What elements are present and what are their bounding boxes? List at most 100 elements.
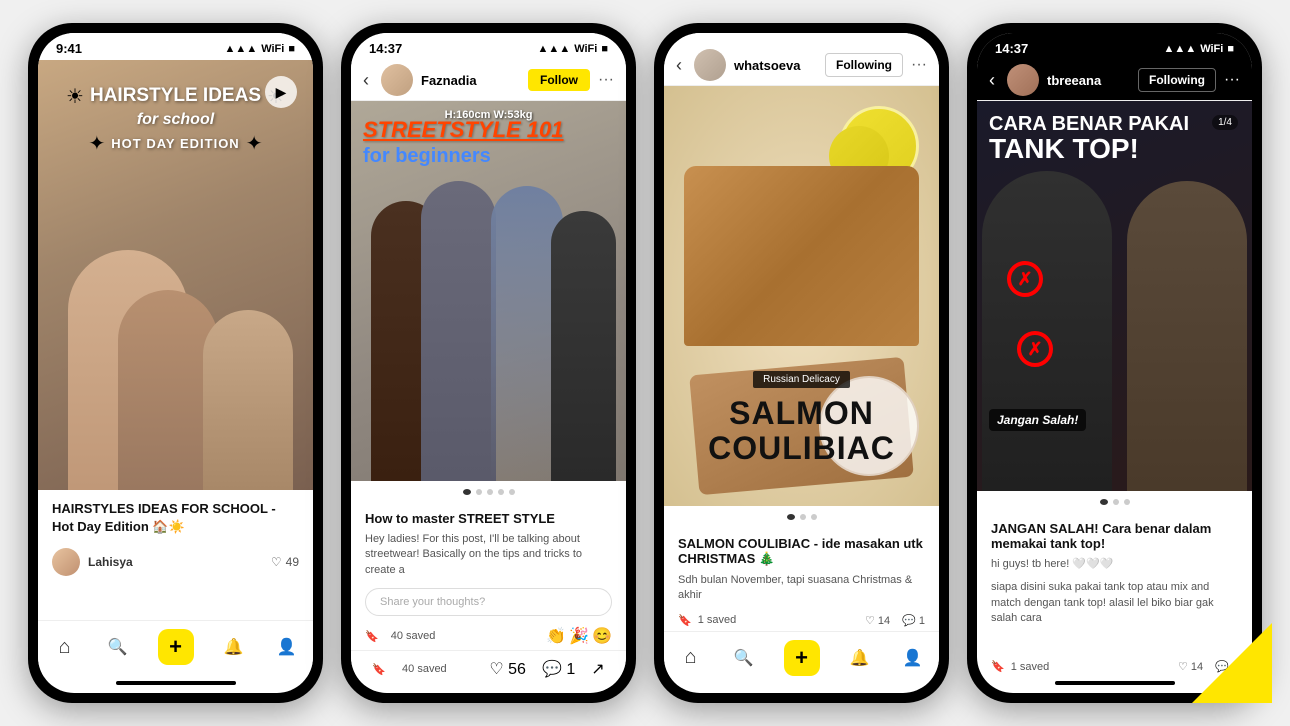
salmon-pastry [684,166,919,346]
home-indicator-4 [1055,681,1175,685]
post-title-4: JANGAN SALAH! Cara benar dalam memakai t… [977,513,1252,555]
back-button-2[interactable]: ‹ [363,70,369,91]
hairstyle-overlay: ☀ HAIRSTYLE IDEAS ☀ for school ✦ HOT DAY… [38,60,313,490]
tanktop-title2: TANK TOP! [989,135,1240,163]
nav-bar-2: ‹ Faznadia Follow ··· [351,60,626,101]
like-btn-3[interactable]: ♡ 14 [865,614,890,627]
search-nav-3[interactable]: 🔍 [731,645,757,671]
street-people [351,161,626,481]
back-button-4[interactable]: ‹ [989,70,995,91]
status-icons-4: ▲▲▲ WiFi ■ [1164,43,1234,55]
time-2: 14:37 [369,41,402,56]
bell-nav-1[interactable]: 🔔 [221,634,247,660]
comment-icon-2[interactable]: 💬 1 [542,659,575,679]
streetstyle-overlay: STREETSTYLE 101 for beginners [363,117,614,168]
like-comment-2: ♡ 56 💬 1 ↗ [489,659,604,679]
play-button[interactable]: ▶ [265,76,297,108]
comment-input-2[interactable]: Share your thoughts? [365,588,612,616]
author-row-1: Lahisya ♡ 49 [38,542,313,582]
bookmark-btn-2[interactable]: 🔖 [372,663,386,676]
add-nav-1[interactable]: + [158,629,194,665]
dot-indicators-3 [664,506,939,528]
bookmark-icon-3[interactable]: 🔖 [678,614,692,627]
street-person-4 [551,211,616,481]
dot-active-3 [787,514,795,520]
bookmark-icon-2[interactable]: 🔖 [365,630,379,643]
username-4: tbreeana [1047,73,1130,88]
emoji-1: 👏 [546,626,566,646]
add-nav-3[interactable]: + [784,640,820,676]
post-subtext-4b: siapa disini suka pakai tank top atau mi… [977,578,1252,632]
home-nav-1[interactable]: ⌂ [52,634,78,660]
share-icon-2[interactable]: ↗ [591,659,604,679]
bottom-nav-1: ⌂ 🔍 + 🔔 👤 [38,620,313,677]
search-nav-1[interactable]: 🔍 [105,634,131,660]
action-left-2: 🔖 40 saved [365,630,435,643]
dots-menu-2[interactable]: ··· [598,71,614,89]
post-title-3: SALMON COULIBIAC - ide masakan utk CHRIS… [664,528,939,571]
streetstyle-sub: for beginners [363,145,614,168]
saved-left-4: 🔖 1 saved [991,660,1049,673]
bell-nav-3[interactable]: 🔔 [847,645,873,671]
post-subtext-2: Hey ladies! For this post, I'll be talki… [351,530,626,584]
author-avatar-1 [52,548,80,576]
user-avatar-2 [381,64,413,96]
status-bar-4: 14:37 ▲▲▲ WiFi ■ [977,33,1252,60]
salmon-title-1: SALMON [664,396,939,431]
phone-4: 14:37 ▲▲▲ WiFi ■ ‹ tbreeana Following ··… [967,23,1262,703]
hairstyle-edition: HOT DAY EDITION [111,136,239,151]
dots-menu-3[interactable]: ··· [911,56,927,74]
wifi-icon: WiFi [261,43,284,55]
dot-4-2 [498,489,504,495]
signal-4: ▲▲▲ [1164,43,1197,55]
dot-3-4 [1124,499,1130,505]
prev-arrow-3[interactable]: ◀ [678,692,692,693]
status-bar-3 [664,33,939,45]
phone1-image: ☀ HAIRSTYLE IDEAS ☀ for school ✦ HOT DAY… [38,60,313,490]
battery-icon: ■ [288,43,295,55]
back-button-3[interactable]: ‹ [676,55,682,76]
stop-btn-3[interactable]: ■ [914,692,925,693]
phone3-image: Russian Delicacy SALMON COULIBIAC [664,86,939,506]
comment-btn-3[interactable]: 💬 1 [902,614,925,627]
like-icon-2[interactable]: ♡ 56 [489,659,526,679]
bottom-nav-3: ⌂ 🔍 + 🔔 👤 [664,631,939,688]
username-2: Faznadia [421,73,520,88]
russian-badge: Russian Delicacy [753,371,850,388]
saved-row-3: 🔖 1 saved ♡ 14 💬 1 [664,610,939,631]
following-button-4[interactable]: Following [1138,68,1216,92]
nav-arrows-3: ◀ ■ [664,688,939,693]
wifi-2: WiFi [574,43,597,55]
follow-button-2[interactable]: Follow [528,69,590,91]
home-nav-3[interactable]: ⌂ [678,645,704,671]
following-button-3[interactable]: Following [825,53,903,77]
likes-number-1: 49 [286,555,299,569]
status-icons-1: ▲▲▲ WiFi ■ [225,43,295,55]
author-name-1: Lahisya [88,555,133,569]
phone4-image: ✗ ✗ 1/4 CARA BENAR PAKAI TANK TOP! Janga… [977,101,1252,491]
phone-3: ‹ whatsoeva Following ··· Russian Delica… [654,23,949,703]
dot-2-2 [476,489,482,495]
hairstyle-sub: for school [137,111,214,129]
dots-menu-4[interactable]: ··· [1224,71,1240,89]
dot-active-4 [1100,499,1108,505]
phone2-image: H:160cm W:53kg STREETSTYLE 101 for begin… [351,101,626,481]
emoji-3: 😊 [592,626,612,646]
wrong-circle-1: ✗ [1007,261,1043,297]
post-subtext-4a: hi guys! tb here! 🤍🤍🤍 [977,555,1252,578]
dot-3-3 [811,514,817,520]
person-nav-3[interactable]: 👤 [900,645,926,671]
bookmark-icon-4[interactable]: 🔖 [991,660,1005,673]
home-indicator-1 [116,681,236,685]
nav-bar-3: ‹ whatsoeva Following ··· [664,45,939,86]
sun-icon-left: ☀ [66,84,84,109]
saved-left-3: 🔖 1 saved [678,614,736,627]
tanktop-person-1 [982,171,1112,491]
user-avatar-4 [1007,64,1039,96]
dot-3-2 [487,489,493,495]
dot-2-4 [1113,499,1119,505]
status-bar-1: 9:41 ▲▲▲ WiFi ■ [38,33,313,60]
person-nav-1[interactable]: 👤 [274,634,300,660]
like-btn-4[interactable]: ♡ 14 [1178,660,1203,673]
emoji-reactions-2: 👏 🎉 😊 [546,626,612,646]
